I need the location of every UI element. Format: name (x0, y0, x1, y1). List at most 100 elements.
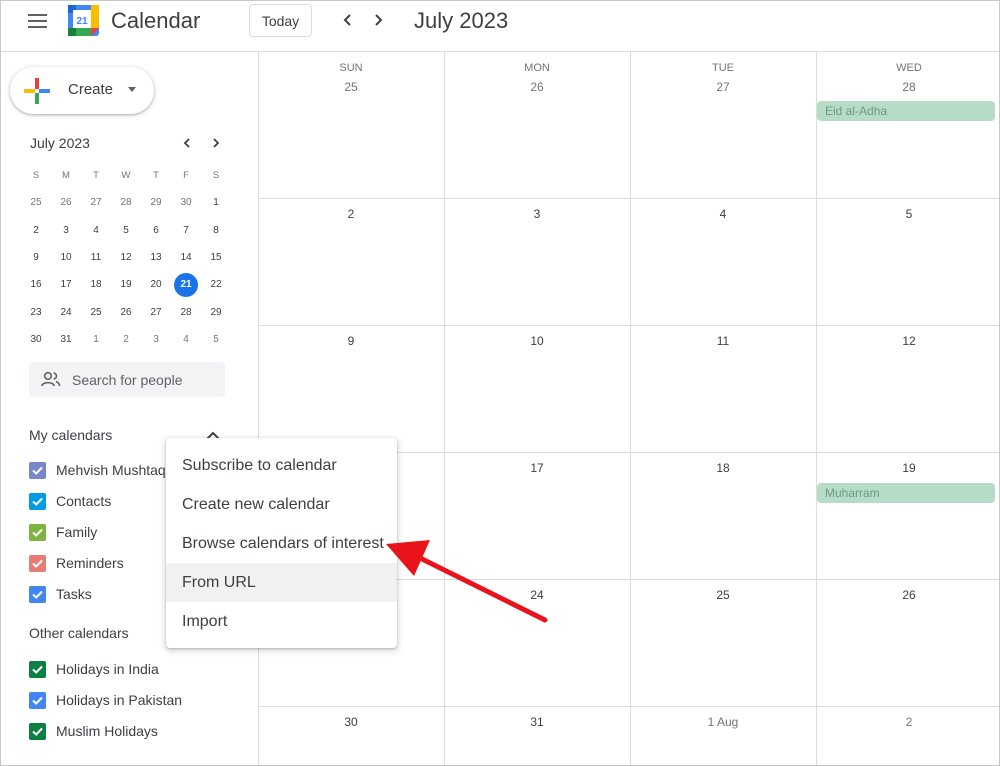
menu-item-from-url[interactable]: From URL (166, 563, 397, 602)
calendar-list-item[interactable]: Family (29, 521, 97, 543)
day-number[interactable]: 18 (630, 461, 816, 475)
mini-day[interactable]: 4 (171, 334, 201, 345)
calendar-list-item[interactable]: Tasks (29, 583, 92, 605)
mini-day[interactable]: 19 (111, 279, 141, 290)
calendar-list-item[interactable]: Reminders (29, 552, 124, 574)
mini-day[interactable]: 2 (21, 225, 51, 236)
day-number[interactable]: 12 (816, 334, 1000, 348)
mini-weekday-label: M (62, 170, 70, 182)
mini-day[interactable]: 1 (201, 197, 231, 208)
mini-day[interactable]: 20 (141, 279, 171, 290)
calendar-list-item[interactable]: Contacts (29, 490, 111, 512)
event-chip-muharram[interactable]: Muharram (817, 483, 995, 503)
mini-day[interactable]: 25 (81, 307, 111, 318)
mini-day[interactable]: 27 (81, 197, 111, 208)
mini-day[interactable]: 22 (201, 279, 231, 290)
mini-day[interactable]: 29 (141, 197, 171, 208)
mini-day[interactable]: 11 (81, 252, 111, 263)
mini-day[interactable]: 30 (171, 197, 201, 208)
day-number[interactable]: 17 (444, 461, 630, 475)
checkbox-checked-icon[interactable] (29, 660, 46, 678)
checkbox-checked-icon[interactable] (29, 492, 46, 510)
my-calendars-title[interactable]: My calendars (29, 427, 112, 443)
day-number[interactable]: 28 (816, 80, 1000, 94)
day-number[interactable]: 2 (258, 207, 444, 221)
mini-day[interactable]: 3 (141, 334, 171, 345)
mini-day[interactable]: 16 (21, 279, 51, 290)
day-number[interactable]: 10 (444, 334, 630, 348)
mini-calendar-previous-chevron-icon[interactable] (178, 134, 196, 152)
checkbox-checked-icon[interactable] (29, 691, 46, 709)
mini-day[interactable]: 28 (111, 197, 141, 208)
day-number[interactable]: 2 (816, 715, 1000, 729)
calendar-list-item[interactable]: Mehvish Mushtaq (29, 459, 166, 481)
calendar-list-item[interactable]: Muslim Holidays (29, 720, 158, 742)
add-calendar-menu: Subscribe to calendar Create new calenda… (166, 438, 397, 648)
mini-day[interactable]: 26 (111, 307, 141, 318)
checkbox-checked-icon[interactable] (29, 585, 46, 603)
mini-day[interactable]: 17 (51, 279, 81, 290)
mini-day[interactable]: 2 (111, 334, 141, 345)
day-number[interactable]: 31 (444, 715, 630, 729)
day-number[interactable]: 3 (444, 207, 630, 221)
mini-day[interactable]: 27 (141, 307, 171, 318)
mini-day[interactable]: 7 (171, 225, 201, 236)
mini-day[interactable]: 12 (111, 252, 141, 263)
checkbox-checked-icon[interactable] (29, 722, 46, 740)
mini-day[interactable]: 4 (81, 225, 111, 236)
day-number[interactable]: 1 Aug (630, 715, 816, 729)
mini-day[interactable]: 13 (141, 252, 171, 263)
event-chip-eid-al-adha[interactable]: Eid al-Adha (817, 101, 995, 121)
create-button[interactable]: Create (10, 67, 154, 114)
checkbox-checked-icon[interactable] (29, 523, 46, 541)
checkbox-checked-icon[interactable] (29, 554, 46, 572)
menu-item-subscribe-to-calendar[interactable]: Subscribe to calendar (166, 446, 397, 485)
day-number[interactable]: 11 (630, 334, 816, 348)
calendar-list-item[interactable]: Holidays in India (29, 658, 159, 680)
mini-day[interactable]: 8 (201, 225, 231, 236)
day-number[interactable]: 26 (816, 588, 1000, 602)
mini-day[interactable]: 18 (81, 279, 111, 290)
mini-day[interactable]: 15 (201, 252, 231, 263)
day-number[interactable]: 9 (258, 334, 444, 348)
previous-period-chevron-icon[interactable] (336, 8, 360, 32)
next-period-chevron-icon[interactable] (366, 8, 390, 32)
mini-day[interactable]: 25 (21, 197, 51, 208)
day-number[interactable]: 19 (816, 461, 1000, 475)
mini-day[interactable]: 23 (21, 307, 51, 318)
day-number[interactable]: 25 (258, 80, 444, 94)
today-button[interactable]: Today (249, 4, 312, 37)
mini-weekday-label: T (153, 170, 159, 182)
mini-day[interactable]: 30 (21, 334, 51, 345)
day-number[interactable]: 25 (630, 588, 816, 602)
mini-day[interactable]: 9 (21, 252, 51, 263)
mini-day[interactable]: 14 (171, 252, 201, 263)
mini-day-today[interactable]: 21 (171, 272, 201, 297)
day-number[interactable]: 26 (444, 80, 630, 94)
mini-day[interactable]: 10 (51, 252, 81, 263)
checkbox-checked-icon[interactable] (29, 461, 46, 479)
calendar-list-item[interactable]: Holidays in Pakistan (29, 689, 182, 711)
day-number[interactable]: 4 (630, 207, 816, 221)
calendar-label: Contacts (56, 493, 112, 509)
mini-day[interactable]: 31 (51, 334, 81, 345)
mini-day[interactable]: 24 (51, 307, 81, 318)
mini-day[interactable]: 5 (201, 334, 231, 345)
menu-item-browse-calendars-of-interest[interactable]: Browse calendars of interest (166, 524, 397, 563)
day-number[interactable]: 30 (258, 715, 444, 729)
menu-item-create-new-calendar[interactable]: Create new calendar (166, 485, 397, 524)
mini-day[interactable]: 28 (171, 307, 201, 318)
mini-calendar-next-chevron-icon[interactable] (207, 134, 225, 152)
day-number[interactable]: 5 (816, 207, 1000, 221)
search-people-input[interactable]: Search for people (29, 362, 225, 397)
mini-day[interactable]: 3 (51, 225, 81, 236)
mini-day[interactable]: 5 (111, 225, 141, 236)
menu-item-import[interactable]: Import (166, 602, 397, 641)
day-number[interactable]: 27 (630, 80, 816, 94)
mini-day[interactable]: 6 (141, 225, 171, 236)
main-menu-icon[interactable] (22, 8, 52, 34)
mini-day[interactable]: 29 (201, 307, 231, 318)
other-calendars-title[interactable]: Other calendars (29, 625, 129, 641)
mini-day[interactable]: 26 (51, 197, 81, 208)
mini-day[interactable]: 1 (81, 334, 111, 345)
